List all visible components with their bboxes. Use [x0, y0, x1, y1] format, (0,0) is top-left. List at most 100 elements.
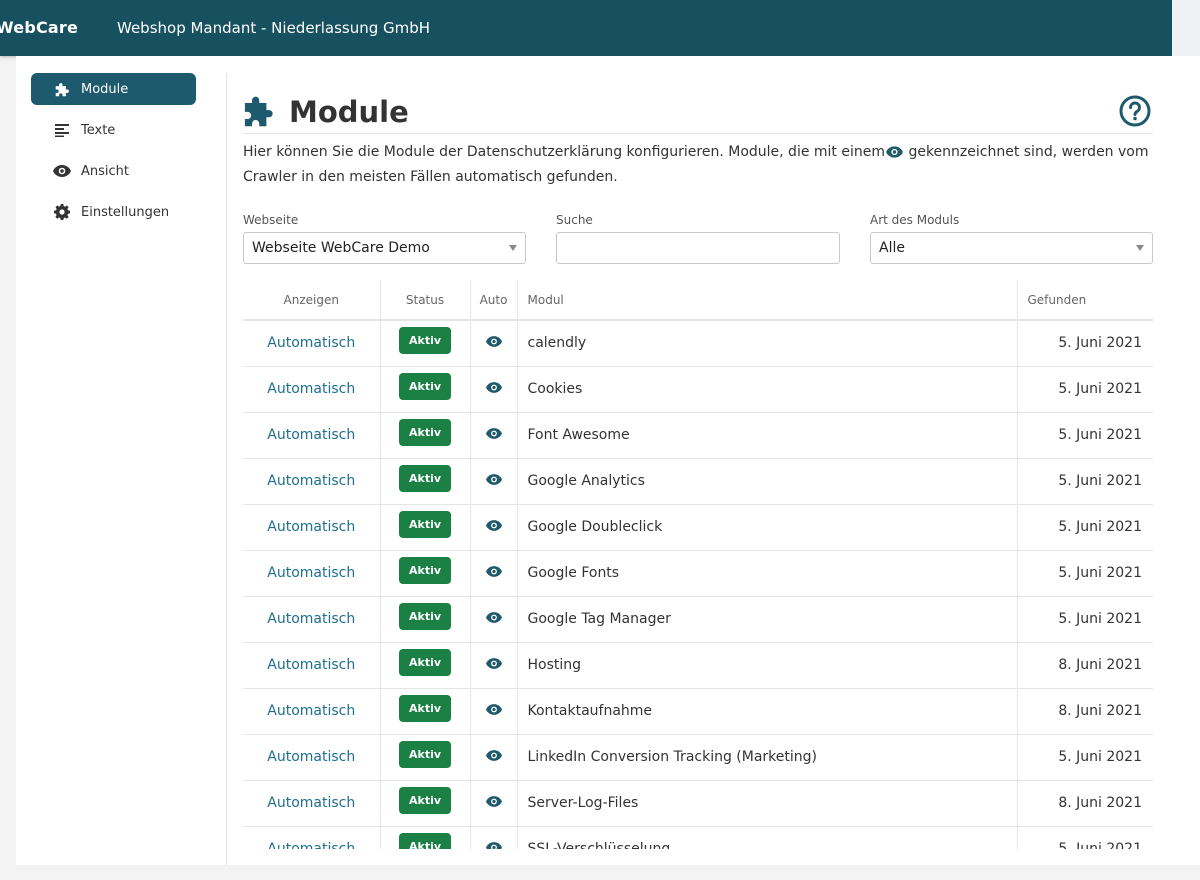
header-gefunden[interactable]: Gefunden: [1017, 280, 1153, 321]
website-select[interactable]: Webseite WebCare Demo: [243, 232, 526, 264]
anzeigen-link[interactable]: Automatisch: [267, 611, 355, 627]
cell-auto: [470, 642, 518, 689]
cell-gefunden: 8. Juni 2021: [1017, 642, 1153, 689]
cell-gefunden: 5. Juni 2021: [1017, 366, 1153, 413]
header-modul[interactable]: Modul: [517, 280, 1018, 321]
table-row[interactable]: Automatisch Aktiv Server-Log-Files 8. Juni …: [243, 780, 1153, 827]
modules-table: Anzeigen Status Auto Modul Gefunden Auto…: [243, 280, 1153, 849]
anzeigen-link[interactable]: Automatisch: [267, 565, 355, 581]
anzeigen-link[interactable]: Automatisch: [267, 473, 355, 489]
eye-icon: [485, 427, 502, 443]
table-header-row: Anzeigen Status Auto Modul Gefunden: [243, 280, 1153, 321]
anzeigen-link[interactable]: Automatisch: [267, 749, 355, 765]
anzeigen-link[interactable]: Automatisch: [267, 657, 355, 673]
help-icon[interactable]: [1119, 95, 1151, 131]
anzeigen-link[interactable]: Automatisch: [267, 703, 355, 719]
status-badge[interactable]: Aktiv: [398, 694, 452, 722]
gear-icon: [53, 203, 71, 221]
status-badge[interactable]: Aktiv: [398, 464, 452, 492]
table-row[interactable]: Automatisch Aktiv Hosting 8. Juni 2021: [243, 642, 1153, 689]
status-badge[interactable]: Aktiv: [398, 740, 452, 768]
cell-auto: [470, 366, 518, 413]
cell-modul: Hosting: [517, 642, 1018, 689]
cell-auto: [470, 734, 518, 781]
eye-icon: [485, 473, 502, 489]
cell-status: Aktiv: [380, 688, 471, 735]
status-badge[interactable]: Aktiv: [398, 832, 452, 849]
sidebar-item-label: Module: [81, 81, 129, 97]
status-badge[interactable]: Aktiv: [398, 510, 452, 538]
sidebar-item-einstellungen[interactable]: Einstellungen: [31, 196, 196, 228]
cell-anzeigen: Automatisch: [243, 320, 381, 367]
header-auto[interactable]: Auto: [470, 280, 518, 321]
cell-status: Aktiv: [380, 734, 471, 781]
anzeigen-link[interactable]: Automatisch: [267, 841, 355, 849]
cell-modul: calendly: [517, 320, 1018, 367]
table-row[interactable]: Automatisch Aktiv Kontaktaufnahme 8. Juni 2…: [243, 688, 1153, 735]
module-type-select[interactable]: Alle: [870, 232, 1153, 264]
table-row[interactable]: Automatisch Aktiv LinkedIn Conversion Trac…: [243, 734, 1153, 781]
cell-modul: Google Doubleclick: [517, 504, 1018, 551]
cell-gefunden: 5. Juni 2021: [1017, 504, 1153, 551]
cell-modul: SSL-Verschlüsselung: [517, 826, 1018, 849]
search-filter: Suche: [556, 213, 840, 264]
cell-auto: [470, 688, 518, 735]
anzeigen-link[interactable]: Automatisch: [267, 381, 355, 397]
header-anzeigen[interactable]: Anzeigen: [243, 280, 381, 321]
anzeigen-link[interactable]: Automatisch: [267, 335, 355, 351]
cell-anzeigen: Automatisch: [243, 412, 381, 459]
modules-table-wrapper[interactable]: Anzeigen Status Auto Modul Gefunden Auto…: [243, 280, 1153, 849]
cell-gefunden: 8. Juni 2021: [1017, 688, 1153, 735]
cell-modul: Cookies: [517, 366, 1018, 413]
cell-status: Aktiv: [380, 504, 471, 551]
cell-modul: Google Fonts: [517, 550, 1018, 597]
search-input[interactable]: [556, 232, 840, 264]
website-filter-label: Webseite: [243, 213, 299, 227]
table-row[interactable]: Automatisch Aktiv Google Fonts 5. Juni 2021: [243, 550, 1153, 597]
anzeigen-link[interactable]: Automatisch: [267, 519, 355, 535]
cell-gefunden: 5. Juni 2021: [1017, 550, 1153, 597]
cell-modul: Server-Log-Files: [517, 780, 1018, 827]
table-row[interactable]: Automatisch Aktiv Google Tag Manager 5. Jun…: [243, 596, 1153, 643]
cell-anzeigen: Automatisch: [243, 504, 381, 551]
cell-modul: Google Tag Manager: [517, 596, 1018, 643]
cell-anzeigen: Automatisch: [243, 458, 381, 505]
status-badge[interactable]: Aktiv: [398, 372, 452, 400]
sidebar-item-module[interactable]: Module: [31, 73, 196, 105]
table-row[interactable]: Automatisch Aktiv calendly 5. Juni 2021: [243, 320, 1153, 367]
table-row[interactable]: Automatisch Aktiv Google Doubleclick 5. Jun…: [243, 504, 1153, 551]
puzzle-icon: [53, 80, 71, 98]
brand-logo[interactable]: WebCare: [0, 18, 78, 37]
cell-gefunden: 5. Juni 2021: [1017, 734, 1153, 781]
eye-icon: [485, 657, 502, 673]
page-header: Module: [243, 94, 1153, 134]
status-badge[interactable]: Aktiv: [398, 602, 452, 630]
table-row[interactable]: Automatisch Aktiv Google Analytics 5. Juni …: [243, 458, 1153, 505]
sidebar-item-ansicht[interactable]: Ansicht: [31, 155, 196, 187]
anzeigen-link[interactable]: Automatisch: [267, 795, 355, 811]
table-row[interactable]: Automatisch Aktiv SSL-Verschlüsselung 5. Ju…: [243, 826, 1153, 849]
cell-gefunden: 8. Juni 2021: [1017, 780, 1153, 827]
sidebar-item-texte[interactable]: Texte: [31, 114, 196, 146]
cell-gefunden: 5. Juni 2021: [1017, 596, 1153, 643]
cell-anzeigen: Automatisch: [243, 826, 381, 849]
sidebar-item-label: Einstellungen: [81, 204, 170, 220]
cell-anzeigen: Automatisch: [243, 550, 381, 597]
table-row[interactable]: Automatisch Aktiv Cookies 5. Juni 2021: [243, 366, 1153, 413]
anzeigen-link[interactable]: Automatisch: [267, 427, 355, 443]
cell-status: Aktiv: [380, 596, 471, 643]
table-row[interactable]: Automatisch Aktiv Font Awesome 5. Juni 2021: [243, 412, 1153, 459]
cell-auto: [470, 780, 518, 827]
cell-anzeigen: Automatisch: [243, 688, 381, 735]
status-badge[interactable]: Aktiv: [398, 556, 452, 584]
eye-icon: [485, 519, 502, 535]
status-badge[interactable]: Aktiv: [398, 648, 452, 676]
status-badge[interactable]: Aktiv: [398, 418, 452, 446]
cell-auto: [470, 458, 518, 505]
header-status[interactable]: Status: [380, 280, 471, 321]
cell-modul: LinkedIn Conversion Tracking (Marketing): [517, 734, 1018, 781]
text-lines-icon: [53, 121, 71, 139]
cell-status: Aktiv: [380, 642, 471, 689]
status-badge[interactable]: Aktiv: [398, 326, 452, 354]
status-badge[interactable]: Aktiv: [398, 786, 452, 814]
